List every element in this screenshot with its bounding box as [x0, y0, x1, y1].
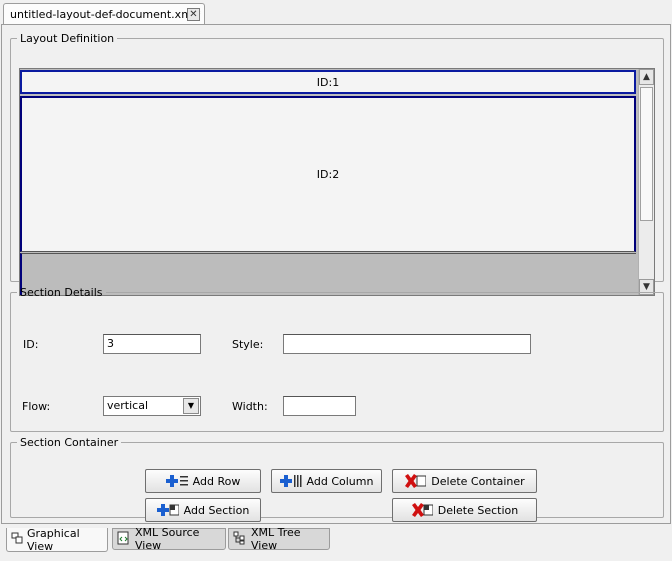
document-tab-title: untitled-layout-def-document.xml*	[10, 7, 201, 21]
add-section-button[interactable]: Add Section	[145, 498, 261, 522]
section-details-legend: Section Details	[20, 286, 103, 299]
scrollbar-thumb[interactable]	[640, 87, 653, 221]
id-field[interactable]: 3	[103, 334, 201, 354]
delete-container-label: Delete Container	[431, 474, 525, 488]
flow-label: Flow:	[22, 400, 51, 413]
layout-definition-legend: Layout Definition	[20, 32, 115, 45]
delete-section-label: Delete Section	[437, 503, 519, 517]
flow-select[interactable]: vertical ▼	[103, 396, 201, 416]
add-row-button[interactable]: Add Row	[145, 469, 261, 493]
tab-xml-source-view-label: XML Source View	[135, 526, 200, 552]
add-row-icon	[165, 474, 188, 488]
section-container-legend: Section Container	[20, 436, 119, 449]
add-column-label: Add Column	[306, 474, 374, 488]
vertical-scrollbar[interactable]: ▲ ▼	[638, 69, 654, 295]
delete-container-icon	[404, 474, 427, 488]
layout-canvas: ID:1 ID:2 ▲ ▼	[19, 68, 655, 296]
tab-xml-source-view[interactable]: XML Source View	[112, 526, 226, 552]
style-label: Style:	[232, 338, 264, 351]
tab-graphical-view-label: Graphical View	[27, 526, 80, 553]
layout-definition-group: Layout Definition ID:1 ID:2 ▲ ▼	[10, 32, 664, 296]
chevron-down-icon[interactable]: ▼	[183, 398, 199, 414]
tab-graphical-view[interactable]: Graphical View	[6, 526, 108, 553]
xml-source-icon	[117, 531, 131, 548]
delete-container-button[interactable]: Delete Container	[392, 469, 537, 493]
section-container-group: Section Container Add Row Add Column Del…	[10, 436, 664, 522]
add-column-icon	[279, 474, 302, 488]
add-section-label: Add Section	[183, 503, 250, 517]
add-column-button[interactable]: Add Column	[271, 469, 382, 493]
flow-select-value: vertical	[107, 399, 149, 412]
document-tab[interactable]: untitled-layout-def-document.xml* ✕	[3, 3, 205, 24]
section-details-group: Section Details ID: 3 Style: Flow: verti…	[10, 286, 664, 432]
width-field[interactable]	[283, 396, 356, 416]
tab-xml-tree-view[interactable]: XML Tree View	[228, 526, 330, 552]
delete-section-button[interactable]: Delete Section	[392, 498, 537, 522]
graphical-view-icon	[11, 532, 23, 547]
row-1-label: ID:1	[316, 75, 340, 89]
add-section-icon	[156, 503, 180, 517]
layout-row-1[interactable]: ID:1	[20, 70, 636, 94]
add-row-label: Add Row	[192, 474, 241, 488]
editor-panel: Layout Definition ID:1 ID:2 ▲ ▼ Section …	[1, 24, 671, 524]
close-icon[interactable]: ✕	[187, 8, 200, 21]
row-2-label: ID:2	[316, 168, 340, 181]
style-field[interactable]	[283, 334, 531, 354]
tab-xml-tree-view-label: XML Tree View	[251, 526, 301, 552]
xml-tree-icon	[233, 531, 247, 548]
id-label: ID:	[23, 338, 39, 351]
scroll-up-icon[interactable]: ▲	[639, 69, 654, 85]
width-label: Width:	[232, 400, 268, 413]
layout-row-2[interactable]: ID:2	[20, 96, 636, 252]
delete-section-icon	[411, 503, 434, 517]
